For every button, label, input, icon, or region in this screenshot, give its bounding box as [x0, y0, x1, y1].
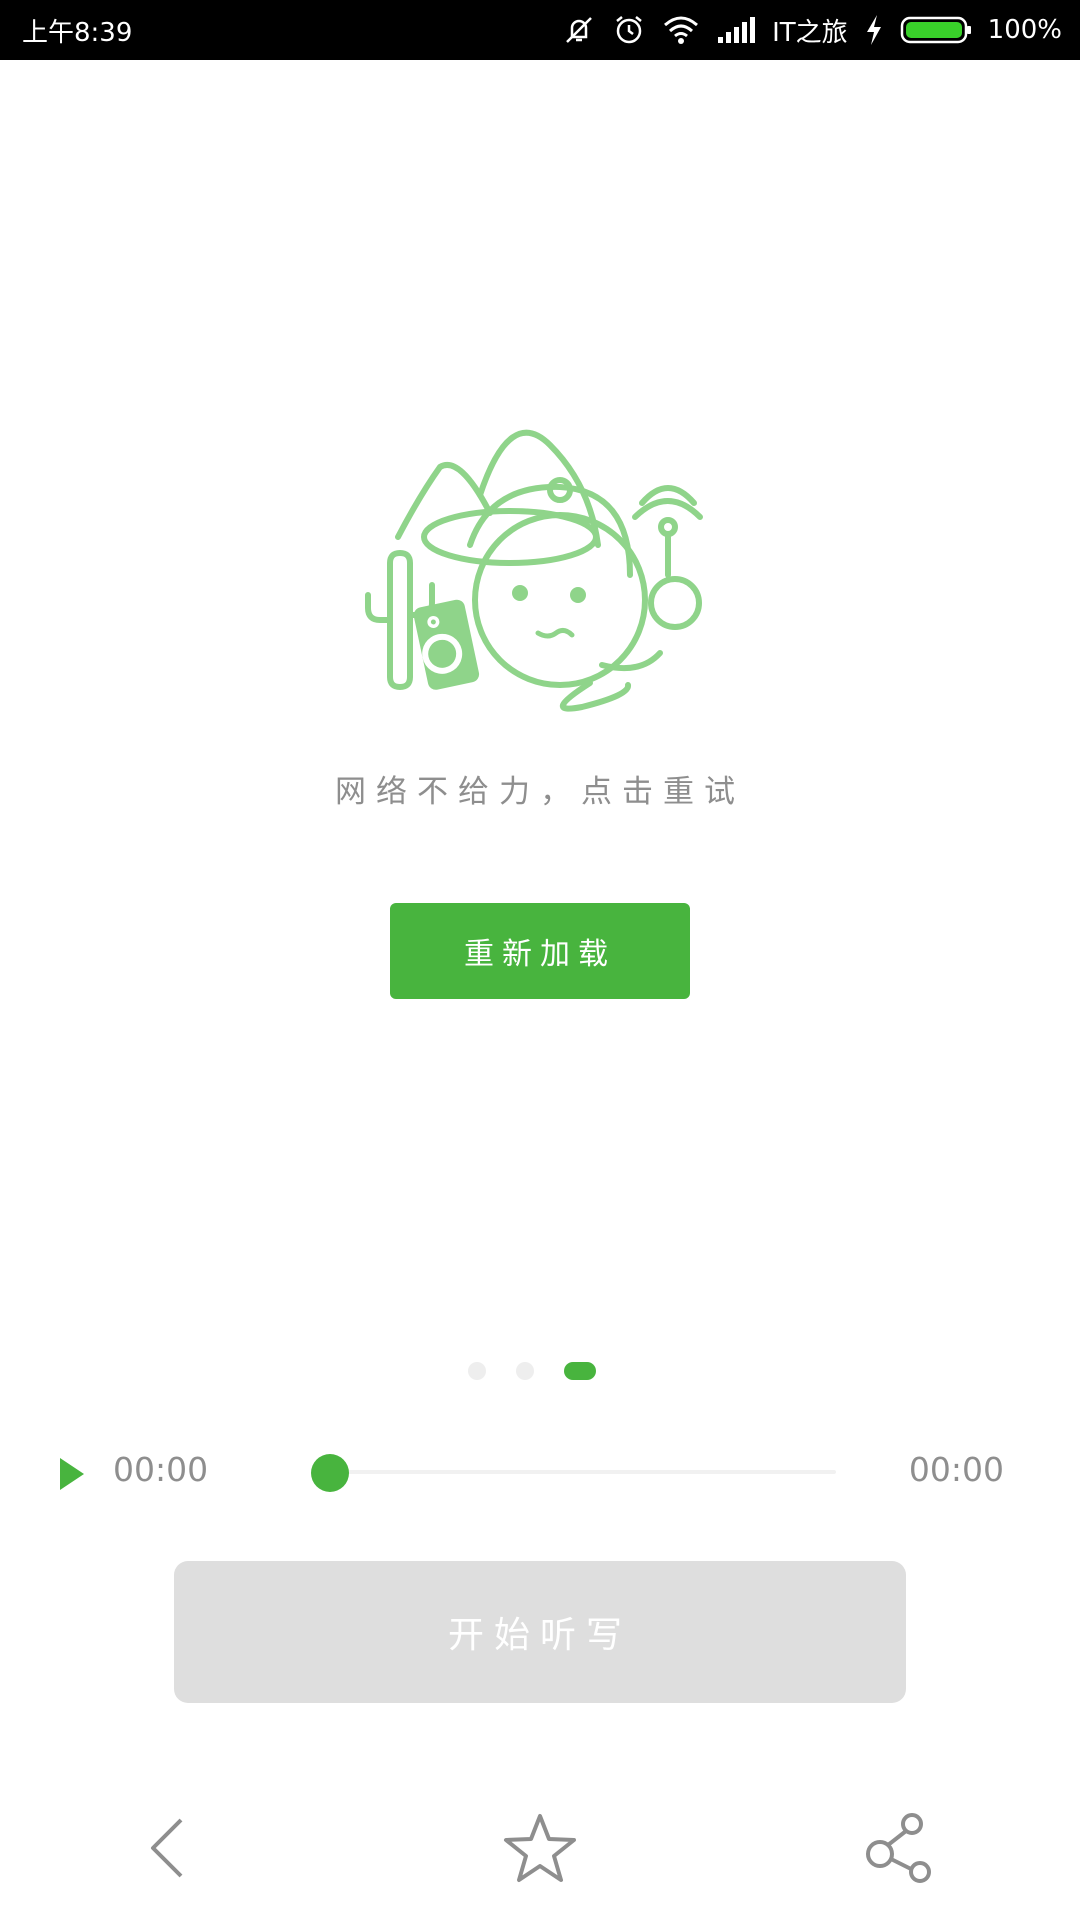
wifi-icon [662, 13, 700, 47]
status-icons: IT之旅 100% [562, 8, 1062, 52]
page-dot-active [564, 1362, 596, 1380]
status-bar: 上午8:39 IT之旅 100% [0, 0, 1080, 60]
favorite-button[interactable] [500, 1810, 580, 1890]
network-error-message[interactable]: 网络不给力，点击重试 [0, 766, 1080, 811]
battery-percent: 100% [987, 15, 1062, 45]
progress-thumb[interactable] [311, 1454, 349, 1492]
total-time: 00:00 [908, 1450, 1004, 1489]
battery-icon [900, 15, 972, 45]
page-dot [516, 1362, 534, 1380]
reload-button[interactable]: 重新加载 [390, 903, 690, 999]
page-indicator [0, 1362, 1080, 1382]
page-dot [468, 1362, 486, 1380]
start-dictation-button[interactable]: 开始听写 [174, 1561, 906, 1703]
share-button[interactable] [860, 1810, 940, 1890]
back-icon [147, 1816, 187, 1884]
charging-icon [864, 14, 884, 46]
network-error-illustration [360, 425, 720, 725]
back-button[interactable] [127, 1810, 207, 1890]
favorite-star-icon [503, 1812, 577, 1888]
current-time: 00:00 [113, 1450, 209, 1489]
play-icon[interactable] [58, 1456, 86, 1496]
carrier-name: IT之旅 [772, 17, 848, 48]
alarm-icon [612, 13, 646, 47]
mute-icon [562, 13, 596, 47]
status-time: 上午8:39 [22, 18, 133, 48]
progress-track[interactable] [330, 1470, 836, 1474]
share-icon [864, 1812, 936, 1888]
signal-icon [716, 15, 756, 45]
